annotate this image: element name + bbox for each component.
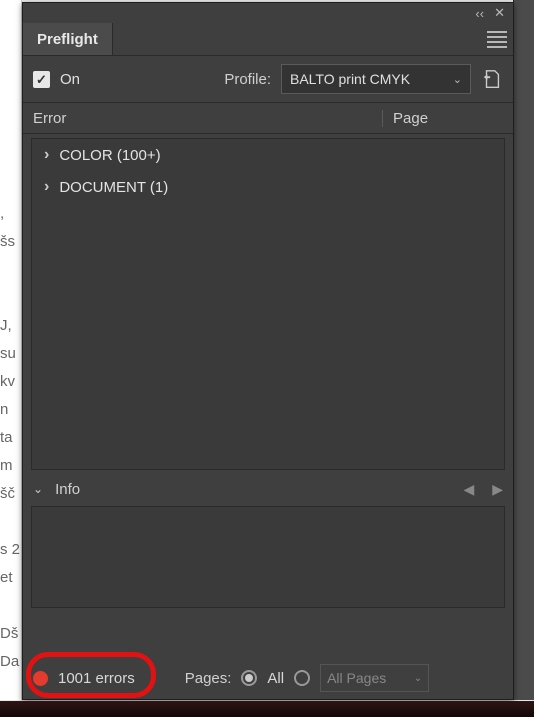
panel-menu-icon[interactable] — [487, 29, 507, 49]
tree-item-label: DOCUMENT (1) — [59, 179, 168, 196]
tree-item-label: COLOR (100+) — [59, 147, 160, 164]
info-section-header[interactable]: ⌄ Info ◀ ▶ — [23, 474, 513, 504]
radio-all[interactable] — [241, 670, 257, 686]
header-page[interactable]: Page — [382, 110, 513, 127]
background-document-strip: , šs J, su kv n ta m šč s 2 et Dš Da — [0, 0, 22, 700]
panel-tabbar: Preflight — [23, 23, 513, 56]
profile-select[interactable]: BALTO print CMYK ⌄ — [281, 64, 471, 94]
info-nav: ◀ ▶ — [463, 481, 503, 498]
page-range-value: All Pages — [327, 670, 386, 686]
error-tree[interactable]: COLOR (100+) DOCUMENT (1) — [31, 138, 505, 470]
chevron-down-icon: ⌄ — [33, 482, 43, 496]
status-error-dot-icon — [33, 671, 48, 686]
profile-row: ✓ On Profile: BALTO print CMYK ⌄ — [23, 56, 513, 103]
disclosure-icon — [44, 146, 53, 164]
status-text: 1001 errors — [58, 670, 135, 687]
panel-window-controls: ‹‹ ✕ — [23, 3, 513, 23]
pages-label: Pages: — [185, 670, 232, 687]
on-label: On — [60, 71, 80, 88]
column-headers: Error Page — [23, 103, 513, 134]
disclosure-icon — [44, 178, 53, 196]
next-icon[interactable]: ▶ — [492, 481, 503, 498]
chevron-down-icon: ⌄ — [453, 73, 462, 86]
tree-item-color[interactable]: COLOR (100+) — [32, 139, 504, 171]
bottom-edge — [0, 701, 534, 717]
tab-preflight[interactable]: Preflight — [23, 23, 113, 55]
radio-range[interactable] — [294, 670, 310, 686]
header-error[interactable]: Error — [23, 110, 382, 127]
close-icon[interactable]: ✕ — [494, 5, 505, 21]
page-range-select[interactable]: All Pages ⌄ — [320, 664, 429, 692]
profile-select-value: BALTO print CMYK — [290, 71, 410, 87]
collapse-icon[interactable]: ‹‹ — [475, 6, 484, 21]
status-bar: 1001 errors Pages: All All Pages ⌄ — [23, 657, 513, 699]
info-label: Info — [55, 481, 80, 498]
info-body — [31, 506, 505, 608]
app-right-rail — [513, 0, 534, 700]
prev-icon[interactable]: ◀ — [463, 481, 474, 498]
radio-all-label: All — [267, 670, 284, 687]
embed-profile-icon[interactable] — [481, 68, 503, 90]
chevron-down-icon: ⌄ — [414, 673, 422, 684]
preflight-panel: ‹‹ ✕ Preflight ✓ On Profile: BALTO print… — [22, 2, 514, 700]
profile-label: Profile: — [224, 71, 271, 88]
tree-item-document[interactable]: DOCUMENT (1) — [32, 171, 504, 203]
preflight-on-checkbox[interactable]: ✓ — [33, 71, 50, 88]
